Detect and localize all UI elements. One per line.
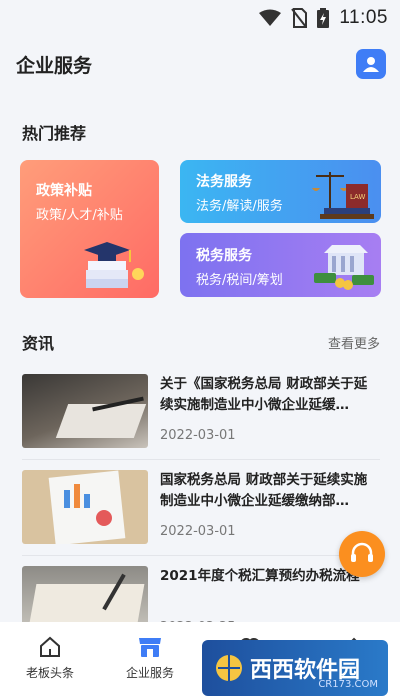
law-scales-icon: LAW bbox=[312, 172, 374, 219]
graduation-books-icon bbox=[84, 242, 144, 288]
news-section-title: 资讯 bbox=[22, 334, 55, 353]
tab-enterprise-services[interactable]: 企业服务 bbox=[100, 622, 200, 700]
card-subtitle: 政策/人才/补贴 bbox=[36, 208, 123, 223]
tab-label: 老板头条 bbox=[25, 666, 74, 680]
tab-label: 企业服务 bbox=[125, 666, 174, 680]
news-date: 2022-03-01 bbox=[160, 428, 236, 443]
news-list: 关于《国家税务总局 财政部关于延续实施制造业中小微企业延缓… 2022-03-0… bbox=[22, 364, 380, 652]
globe-logo-icon bbox=[216, 655, 242, 681]
watermark-logo: 西西软件园 CR173.COM bbox=[202, 640, 388, 696]
status-bar: 11:05 bbox=[0, 0, 400, 36]
watermark-subtext: CR173.COM bbox=[318, 679, 378, 690]
news-header: 资讯 查看更多 bbox=[0, 330, 400, 354]
home-icon bbox=[40, 636, 60, 657]
card-title: 政策补贴 bbox=[36, 183, 92, 199]
news-title: 关于《国家税务总局 财政部关于延续实施制造业中小微企业延缓… bbox=[160, 376, 368, 413]
customer-service-button[interactable] bbox=[339, 531, 385, 577]
hot-cards: 政策补贴 政策/人才/补贴 法务服务 法务/解读/服务 LAW 税务服务 税务/… bbox=[20, 160, 381, 310]
news-title: 2021年度个税汇算预约办税流程 bbox=[160, 568, 360, 584]
hot-section-title: 热门推荐 bbox=[22, 124, 87, 143]
headset-icon bbox=[351, 542, 373, 562]
svg-text:LAW: LAW bbox=[350, 193, 365, 201]
store-icon bbox=[139, 638, 161, 657]
user-icon bbox=[363, 57, 379, 72]
news-thumbnail bbox=[22, 470, 148, 544]
tab-boss-news[interactable]: 老板头条 bbox=[0, 622, 100, 700]
view-more-link[interactable]: 查看更多 bbox=[328, 333, 380, 352]
no-sim-icon bbox=[291, 8, 308, 28]
page-title: 企业服务 bbox=[16, 54, 93, 77]
wifi-icon bbox=[259, 9, 282, 26]
news-title: 国家税务总局 财政部关于延续实施制造业中小微企业延缓缴纳部… bbox=[160, 472, 368, 509]
profile-button[interactable] bbox=[356, 49, 386, 79]
list-item[interactable]: 国家税务总局 财政部关于延续实施制造业中小微企业延缓缴纳部… 2022-03-0… bbox=[22, 460, 380, 556]
app-header: 企业服务 bbox=[0, 36, 400, 92]
bank-money-icon bbox=[314, 245, 374, 290]
card-legal-service[interactable]: 法务服务 法务/解读/服务 LAW bbox=[180, 160, 381, 223]
card-policy-subsidy[interactable]: 政策补贴 政策/人才/补贴 bbox=[20, 160, 159, 298]
card-tax-service[interactable]: 税务服务 税务/税间/筹划 bbox=[180, 233, 381, 297]
status-time: 11:05 bbox=[339, 7, 388, 28]
news-thumbnail bbox=[22, 374, 148, 448]
list-item[interactable]: 关于《国家税务总局 财政部关于延续实施制造业中小微企业延缓… 2022-03-0… bbox=[22, 364, 380, 460]
battery-charging-icon bbox=[317, 8, 330, 28]
